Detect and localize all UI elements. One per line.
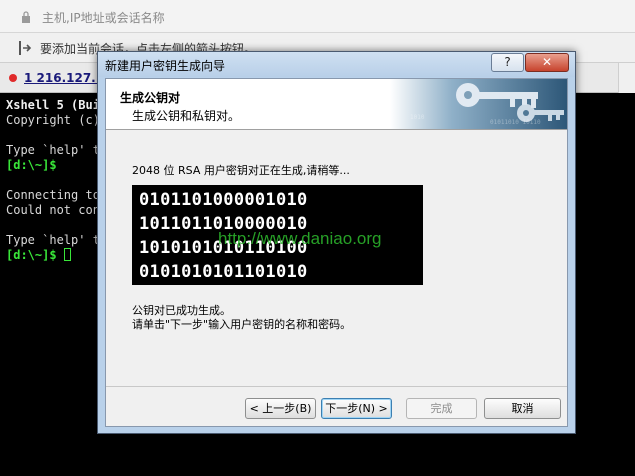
back-button[interactable]: < 上一步(B)	[245, 398, 316, 419]
wizard-step-title: 生成公钥对	[120, 91, 181, 105]
watermark-text: http://www.daniao.org	[218, 229, 382, 248]
toolbar-right-strip	[618, 63, 635, 93]
success-message: 公钥对已成功生成。 请单击"下一步"输入用户密钥的名称和密码。	[132, 304, 351, 332]
keys-banner-icon: 01011010 10110 1010	[390, 79, 567, 129]
terminal-cursor	[63, 248, 71, 261]
lock-icon	[22, 11, 30, 23]
new-user-key-wizard-dialog: 新建用户密钥生成向导 ? ✕ 生成公钥对 生成公钥和私钥对。 01011010 …	[97, 51, 576, 434]
wizard-footer: < 上一步(B) 下一步(N) > 完成 取消	[106, 386, 567, 426]
add-session-arrow-icon[interactable]	[18, 40, 32, 56]
address-input-placeholder[interactable]: 主机,IP地址或会话名称	[42, 9, 165, 26]
wizard-header: 生成公钥对 生成公钥和私钥对。 01011010 10110 1010	[106, 79, 567, 130]
binary-line: 0101010101101010	[139, 262, 308, 282]
terminal-prompt: [d:\~]$	[6, 248, 64, 262]
dialog-title: 新建用户密钥生成向导	[105, 59, 226, 73]
connection-status-dot	[9, 74, 17, 82]
finish-button[interactable]: 完成	[406, 398, 477, 419]
dialog-body: 生成公钥对 生成公钥和私钥对。 01011010 10110 1010 2048…	[105, 78, 568, 427]
cancel-button[interactable]: 取消	[484, 398, 561, 419]
address-bar[interactable]: 主机,IP地址或会话名称	[0, 0, 635, 33]
binary-line: 0101101000001010	[139, 190, 308, 210]
svg-text:1010: 1010	[410, 114, 425, 121]
dialog-titlebar[interactable]: 新建用户密钥生成向导 ? ✕	[98, 52, 575, 77]
generating-status-text: 2048 位 RSA 用户密钥对正在生成,请稍等...	[132, 164, 350, 177]
next-button[interactable]: 下一步(N) >	[321, 398, 392, 419]
help-button[interactable]: ?	[491, 53, 524, 72]
success-line: 公钥对已成功生成。	[132, 304, 231, 317]
svg-text:01011010 10110: 01011010 10110	[490, 119, 541, 126]
close-button[interactable]: ✕	[525, 53, 569, 72]
instruction-line: 请单击"下一步"输入用户密钥的名称和密码。	[132, 318, 352, 331]
wizard-step-subtitle: 生成公钥和私钥对。	[132, 109, 241, 123]
